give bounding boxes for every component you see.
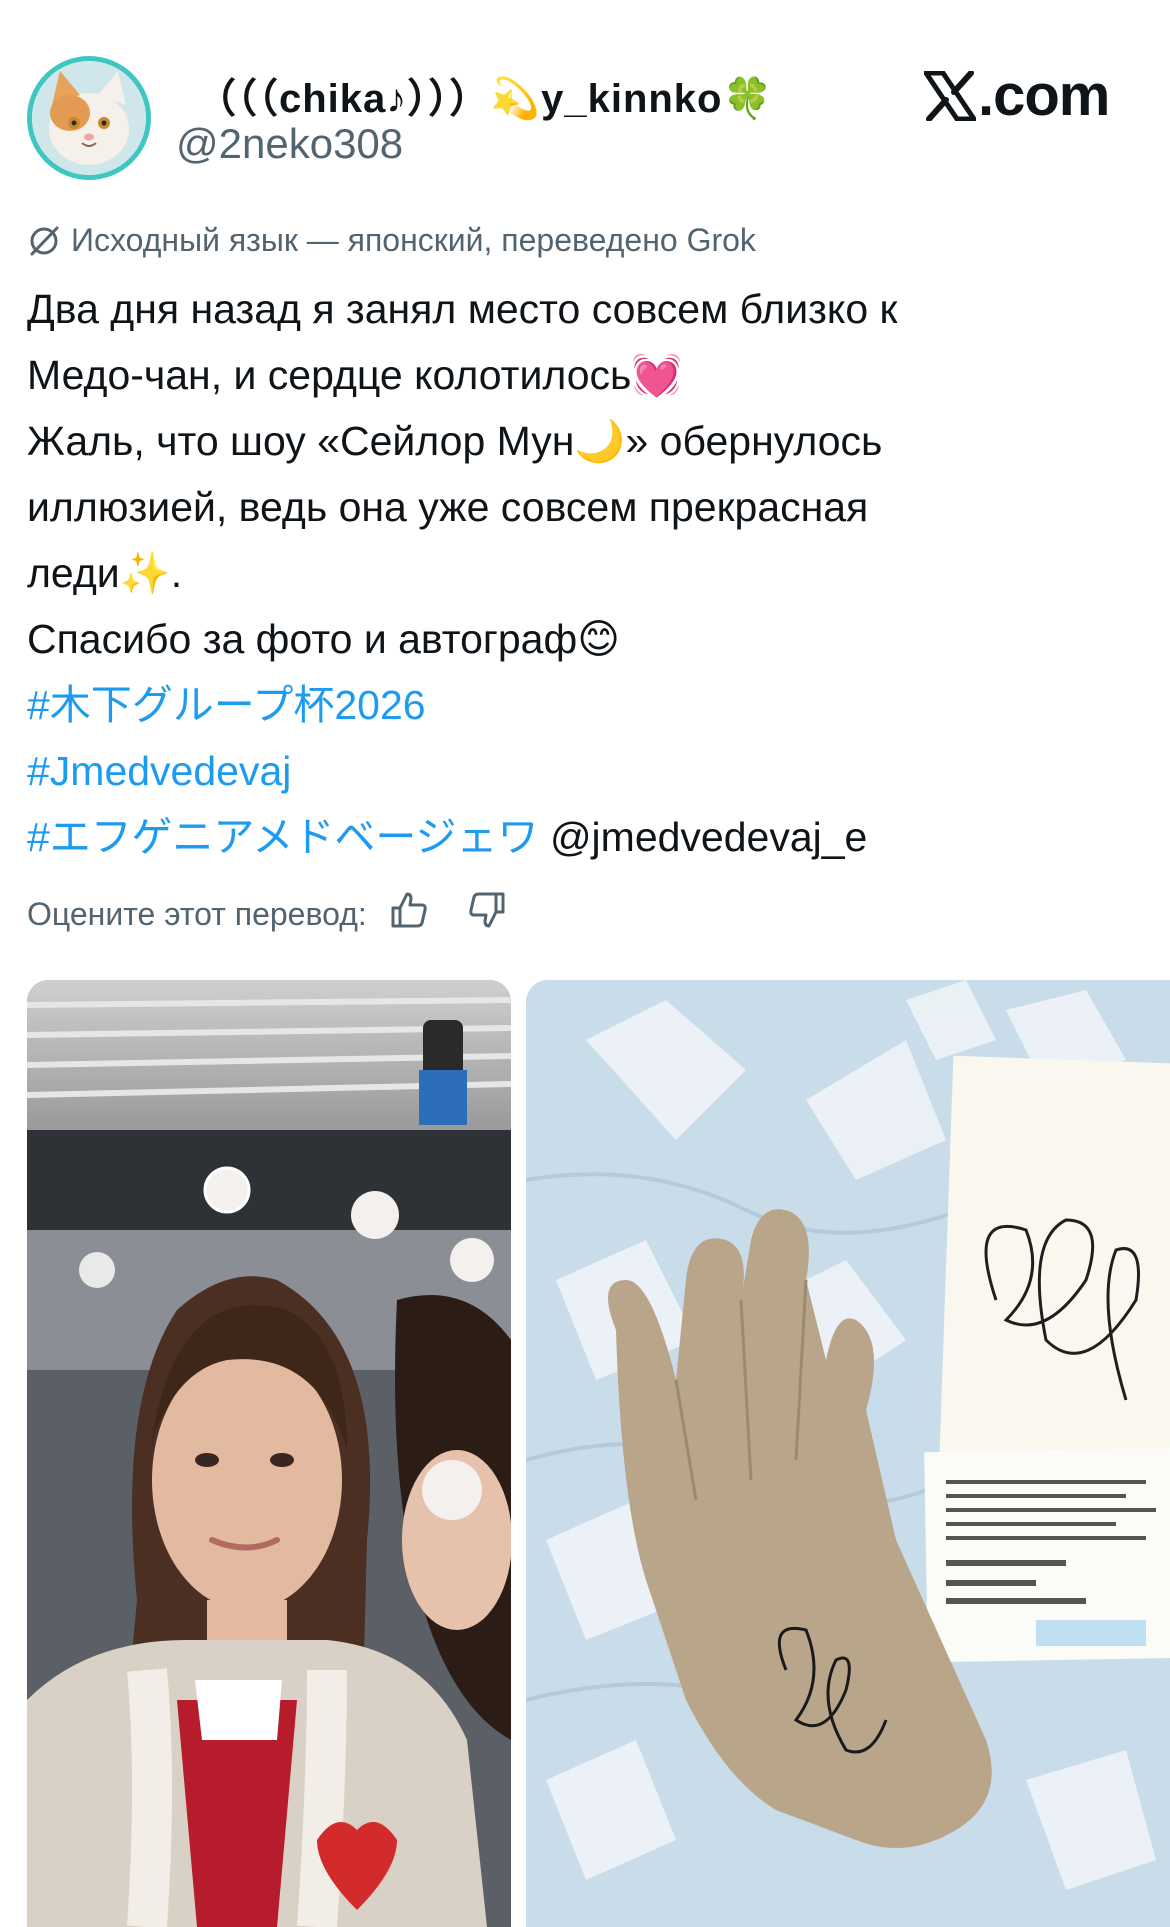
thumbs-down-icon[interactable] bbox=[467, 890, 507, 938]
post-line-4: иллюзией, ведь она уже совсем прекрасная bbox=[27, 484, 869, 530]
x-com-watermark: .com bbox=[924, 62, 1110, 129]
cat-avatar-icon bbox=[32, 61, 146, 175]
post-line-1: Два дня назад я занял место совсем близк… bbox=[27, 286, 898, 332]
mention-jmedvedevaj-e[interactable]: @jmedvedevaj_e bbox=[550, 814, 867, 860]
post-line-3: Жаль, что шоу «Сейлор Мун🌙» обернулось bbox=[27, 418, 883, 464]
post-line-6: Спасибо за фото и автограф😊 bbox=[27, 616, 620, 662]
post-header: （（（chika♪）））💫y_kinnko🍀 @2neko308 .com bbox=[0, 0, 1170, 200]
post-body: Два дня назад я занял место совсем близк… bbox=[27, 276, 1147, 870]
selfie-photo[interactable] bbox=[27, 980, 511, 1927]
translation-note-text: Исходный язык — японский, переведено Gro… bbox=[71, 222, 756, 258]
post-line-5: леди✨. bbox=[27, 550, 183, 596]
rate-translation-row: Оцените этот перевод: bbox=[27, 890, 507, 938]
author-handle[interactable]: @2neko308 bbox=[176, 120, 403, 168]
hashtag-evgenia-medvedeva[interactable]: #エフゲニアメドベージェワ bbox=[27, 814, 539, 860]
rate-translation-label: Оцените этот перевод: bbox=[27, 895, 367, 932]
signed-glove-photo[interactable] bbox=[526, 980, 1170, 1927]
translation-note[interactable]: Исходный язык — японский, переведено Gro… bbox=[27, 222, 756, 259]
avatar[interactable] bbox=[27, 56, 151, 180]
x-logo-icon bbox=[924, 70, 976, 121]
watermark-text: .com bbox=[978, 63, 1110, 128]
hashtag-jmedvedevaj[interactable]: #Jmedvedevaj bbox=[27, 748, 291, 794]
author-display-name[interactable]: （（（chika♪）））💫y_kinnko🍀 bbox=[196, 66, 773, 124]
translate-off-icon bbox=[30, 226, 59, 255]
thumbs-up-icon[interactable] bbox=[389, 890, 429, 938]
hashtag-kinoshita-cup[interactable]: #木下グループ杯2026 bbox=[27, 682, 426, 728]
post-line-2: Медо-чан, и сердце колотилось💓 bbox=[27, 352, 683, 398]
